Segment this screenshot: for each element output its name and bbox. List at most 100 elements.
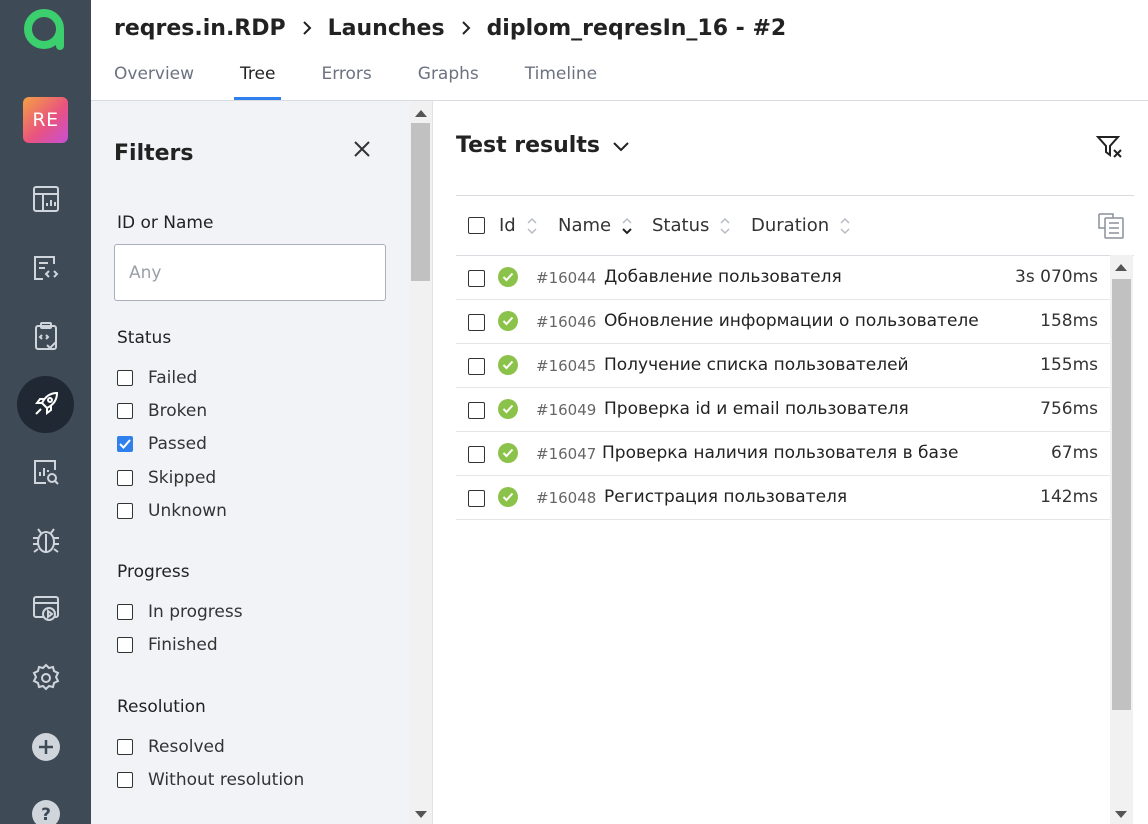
row-name: Добавление пользователя: [604, 267, 842, 287]
status-passed-checkbox[interactable]: Passed: [117, 432, 207, 456]
row-name: Проверка id и email пользователя: [604, 399, 909, 419]
row-duration: 142ms: [1040, 487, 1098, 507]
row-checkbox[interactable]: [468, 358, 485, 375]
select-all-checkbox[interactable]: [468, 217, 485, 234]
column-duration-label: Duration: [751, 215, 830, 236]
status-failed-checkbox[interactable]: Failed: [117, 366, 197, 390]
column-duration[interactable]: Duration: [751, 215, 851, 236]
dashboard-icon[interactable]: [28, 181, 64, 217]
table-row[interactable]: #16048 Регистрация пользователя 142ms: [456, 476, 1110, 520]
status-label: Status: [117, 328, 172, 348]
column-status[interactable]: Status: [652, 215, 731, 236]
checkbox[interactable]: [117, 470, 133, 486]
launches-icon[interactable]: [28, 386, 64, 422]
sort-desc-icon: [621, 217, 633, 235]
breadcrumb-launches[interactable]: Launches: [328, 16, 445, 41]
breadcrumb-launch: diplom_reqresIn_16 - #2: [486, 15, 787, 41]
add-icon[interactable]: [28, 729, 64, 765]
checkbox[interactable]: [117, 503, 133, 519]
check-icon: [119, 439, 131, 449]
tab-errors[interactable]: Errors: [321, 60, 371, 101]
table-row[interactable]: #16047 Проверка наличия пользователя в б…: [456, 432, 1110, 476]
test-plan-icon[interactable]: [28, 318, 64, 354]
tab-graphs[interactable]: Graphs: [418, 60, 479, 101]
checkbox[interactable]: [117, 604, 133, 620]
close-icon[interactable]: [350, 137, 374, 161]
checkbox-label: Failed: [148, 368, 198, 388]
id-or-name-label: ID or Name: [117, 213, 214, 233]
progress-in-progress-checkbox[interactable]: In progress: [117, 600, 243, 624]
status-broken-checkbox[interactable]: Broken: [117, 399, 207, 423]
column-id[interactable]: Id: [499, 215, 538, 236]
row-checkbox[interactable]: [468, 270, 485, 287]
scrollbar-thumb[interactable]: [1112, 279, 1131, 710]
checkbox[interactable]: [117, 637, 133, 653]
defects-bug-icon[interactable]: [28, 522, 64, 558]
column-id-label: Id: [499, 215, 516, 236]
resolution-without-checkbox[interactable]: Without resolution: [117, 768, 304, 792]
passed-status-icon: [498, 311, 518, 331]
row-checkbox[interactable]: [468, 490, 485, 507]
checkbox[interactable]: [117, 739, 133, 755]
column-settings-icon[interactable]: [1097, 212, 1125, 240]
checkbox-label: In progress: [148, 602, 243, 622]
jobs-icon[interactable]: [28, 591, 64, 627]
help-icon[interactable]: ?: [28, 796, 64, 824]
tab-tree[interactable]: Tree: [233, 60, 282, 101]
scrollbar-thumb[interactable]: [411, 123, 430, 281]
table-row[interactable]: #16046 Обновление информации о пользоват…: [456, 300, 1110, 344]
checkbox-checked[interactable]: [117, 436, 133, 452]
tab-timeline[interactable]: Timeline: [525, 60, 597, 101]
analytics-search-icon[interactable]: [28, 454, 64, 490]
filters-title: Filters: [114, 141, 194, 166]
sort-icon: [526, 217, 538, 235]
progress-label: Progress: [117, 562, 190, 582]
progress-finished-checkbox[interactable]: Finished: [117, 633, 218, 657]
passed-status-icon: [498, 267, 518, 287]
row-checkbox[interactable]: [468, 446, 485, 463]
test-results-dropdown[interactable]: Test results: [456, 133, 630, 158]
row-checkbox[interactable]: [468, 314, 485, 331]
scroll-down-arrow-icon[interactable]: [1115, 811, 1127, 818]
checkbox[interactable]: [117, 370, 133, 386]
tab-overview[interactable]: Overview: [114, 60, 194, 101]
row-duration: 3s 070ms: [1015, 267, 1098, 287]
table-row[interactable]: #16045 Получение списка пользователей 15…: [456, 344, 1110, 388]
results-scrollbar[interactable]: [1110, 255, 1133, 824]
checkbox-label: Without resolution: [148, 770, 305, 790]
row-name: Регистрация пользователя: [604, 487, 848, 507]
chevron-right-icon: [300, 19, 314, 37]
page-header: reqres.in.RDP Launches diplom_reqresIn_1…: [91, 0, 1148, 101]
table-row[interactable]: #16044 Добавление пользователя 3s 070ms: [456, 256, 1110, 300]
sort-icon: [719, 217, 731, 235]
scroll-up-arrow-icon[interactable]: [1115, 264, 1127, 271]
status-skipped-checkbox[interactable]: Skipped: [117, 466, 216, 490]
clear-filter-icon[interactable]: [1095, 133, 1125, 163]
filters-scrollbar[interactable]: [410, 101, 433, 824]
passed-status-icon: [498, 487, 518, 507]
column-name[interactable]: Name: [558, 215, 633, 236]
scroll-up-arrow-icon[interactable]: [415, 110, 427, 117]
id-or-name-input[interactable]: [114, 244, 386, 301]
app-logo-icon[interactable]: [22, 6, 68, 52]
table-row[interactable]: #16049 Проверка id и email пользователя …: [456, 388, 1110, 432]
resolution-resolved-checkbox[interactable]: Resolved: [117, 735, 225, 759]
settings-icon[interactable]: [28, 660, 64, 696]
row-name: Получение списка пользователей: [604, 355, 909, 375]
checkbox-label: Broken: [148, 401, 208, 421]
chevron-down-icon: [612, 140, 630, 152]
table-header: Id Name Status Duration: [456, 196, 1134, 256]
filters-panel: Filters ID or Name Status Failed Broken …: [91, 101, 410, 824]
checkbox-label: Passed: [148, 434, 207, 454]
scroll-down-arrow-icon[interactable]: [415, 811, 427, 818]
checkbox-label: Resolved: [148, 737, 225, 757]
test-results-title: Test results: [456, 133, 600, 158]
reports-icon[interactable]: [28, 250, 64, 286]
checkbox[interactable]: [117, 772, 133, 788]
checkbox[interactable]: [117, 403, 133, 419]
row-name: Проверка наличия пользователя в базе: [602, 443, 959, 463]
row-checkbox[interactable]: [468, 402, 485, 419]
breadcrumb-project[interactable]: reqres.in.RDP: [114, 16, 286, 41]
status-unknown-checkbox[interactable]: Unknown: [117, 499, 227, 523]
project-avatar[interactable]: RE: [23, 97, 68, 143]
